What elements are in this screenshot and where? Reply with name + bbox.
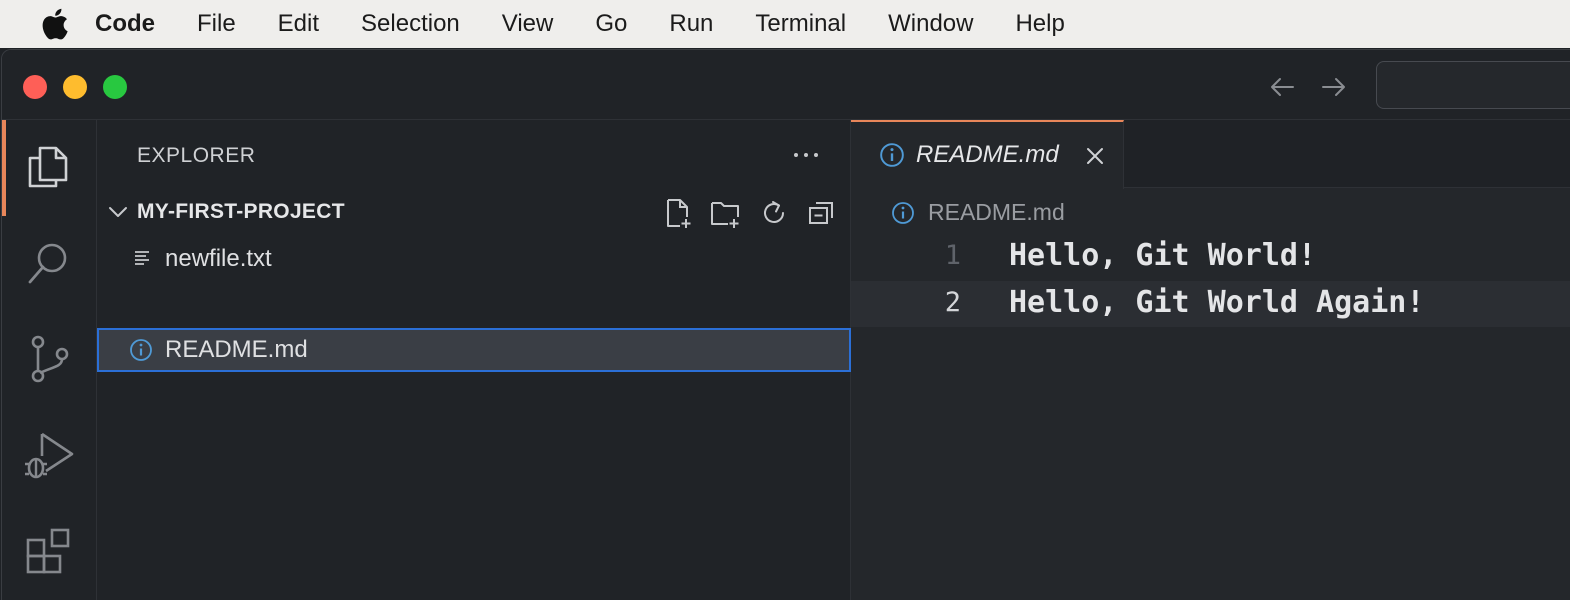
chevron-down-icon[interactable]	[107, 201, 129, 223]
refresh-icon[interactable]	[758, 197, 790, 229]
menu-window[interactable]: Window	[888, 10, 973, 38]
menu-selection[interactable]: Selection	[361, 10, 460, 38]
project-folder-header[interactable]: MY-FIRST-PROJECT	[97, 193, 851, 233]
editor-tab-strip: README.md	[851, 120, 1570, 189]
file-name: newfile.txt	[165, 245, 272, 272]
title-bar	[2, 50, 1570, 120]
line-number: 2	[944, 287, 961, 318]
menu-terminal[interactable]: Terminal	[755, 10, 846, 38]
command-center-search[interactable]	[1376, 61, 1570, 109]
explorer-files-icon[interactable]	[22, 140, 76, 194]
file-item-newfile[interactable]: newfile.txt	[97, 237, 851, 281]
info-icon	[892, 202, 914, 224]
active-view-indicator	[2, 120, 6, 216]
search-icon[interactable]	[22, 236, 76, 290]
menu-app-name[interactable]: Code	[95, 10, 155, 38]
explorer-sidebar: EXPLORER MY-FIRST-PROJECT newfile.txt RE…	[97, 120, 851, 600]
macos-menu-bar: Code File Edit Selection View Go Run Ter…	[0, 0, 1570, 48]
file-name: README.md	[165, 336, 308, 363]
activity-bar	[2, 120, 97, 600]
breadcrumb-label: README.md	[928, 199, 1065, 225]
menu-help[interactable]: Help	[1015, 10, 1064, 38]
vscode-window: EXPLORER MY-FIRST-PROJECT newfile.txt RE…	[1, 49, 1570, 600]
file-item-readme[interactable]: README.md	[97, 328, 851, 372]
close-icon[interactable]	[1083, 144, 1107, 168]
extensions-icon[interactable]	[22, 524, 76, 578]
arrow-left-icon[interactable]	[1265, 70, 1299, 104]
arrow-right-icon[interactable]	[1317, 70, 1351, 104]
explorer-title: EXPLORER	[137, 144, 256, 167]
line-number: 1	[944, 240, 961, 271]
new-folder-icon[interactable]	[709, 197, 741, 229]
zoom-window-button[interactable]	[103, 75, 127, 99]
menu-file[interactable]: File	[197, 10, 236, 38]
info-icon	[880, 143, 904, 167]
line-text: Hello, Git World Again!	[1009, 285, 1425, 320]
info-icon	[130, 339, 152, 361]
editor-area: README.md README.md 1 Hello, Git World! …	[851, 120, 1570, 600]
new-file-icon[interactable]	[662, 197, 694, 229]
minimize-window-button[interactable]	[63, 75, 87, 99]
close-window-button[interactable]	[23, 75, 47, 99]
menu-edit[interactable]: Edit	[278, 10, 319, 38]
tab-readme[interactable]: README.md	[851, 120, 1124, 189]
code-line[interactable]: 1 Hello, Git World!	[851, 234, 1570, 280]
menu-run[interactable]: Run	[669, 10, 713, 38]
run-debug-icon[interactable]	[22, 428, 76, 482]
text-file-icon	[135, 251, 149, 265]
line-text: Hello, Git World!	[1009, 238, 1317, 273]
tab-label: README.md	[916, 141, 1059, 168]
more-actions-icon[interactable]	[787, 140, 827, 170]
menu-view[interactable]: View	[502, 10, 554, 38]
menu-go[interactable]: Go	[595, 10, 627, 38]
project-name: MY-FIRST-PROJECT	[137, 200, 345, 223]
code-line-current[interactable]: 2 Hello, Git World Again!	[851, 281, 1570, 327]
source-control-icon[interactable]	[22, 332, 76, 386]
apple-icon[interactable]	[39, 7, 69, 41]
collapse-all-icon[interactable]	[806, 197, 838, 229]
